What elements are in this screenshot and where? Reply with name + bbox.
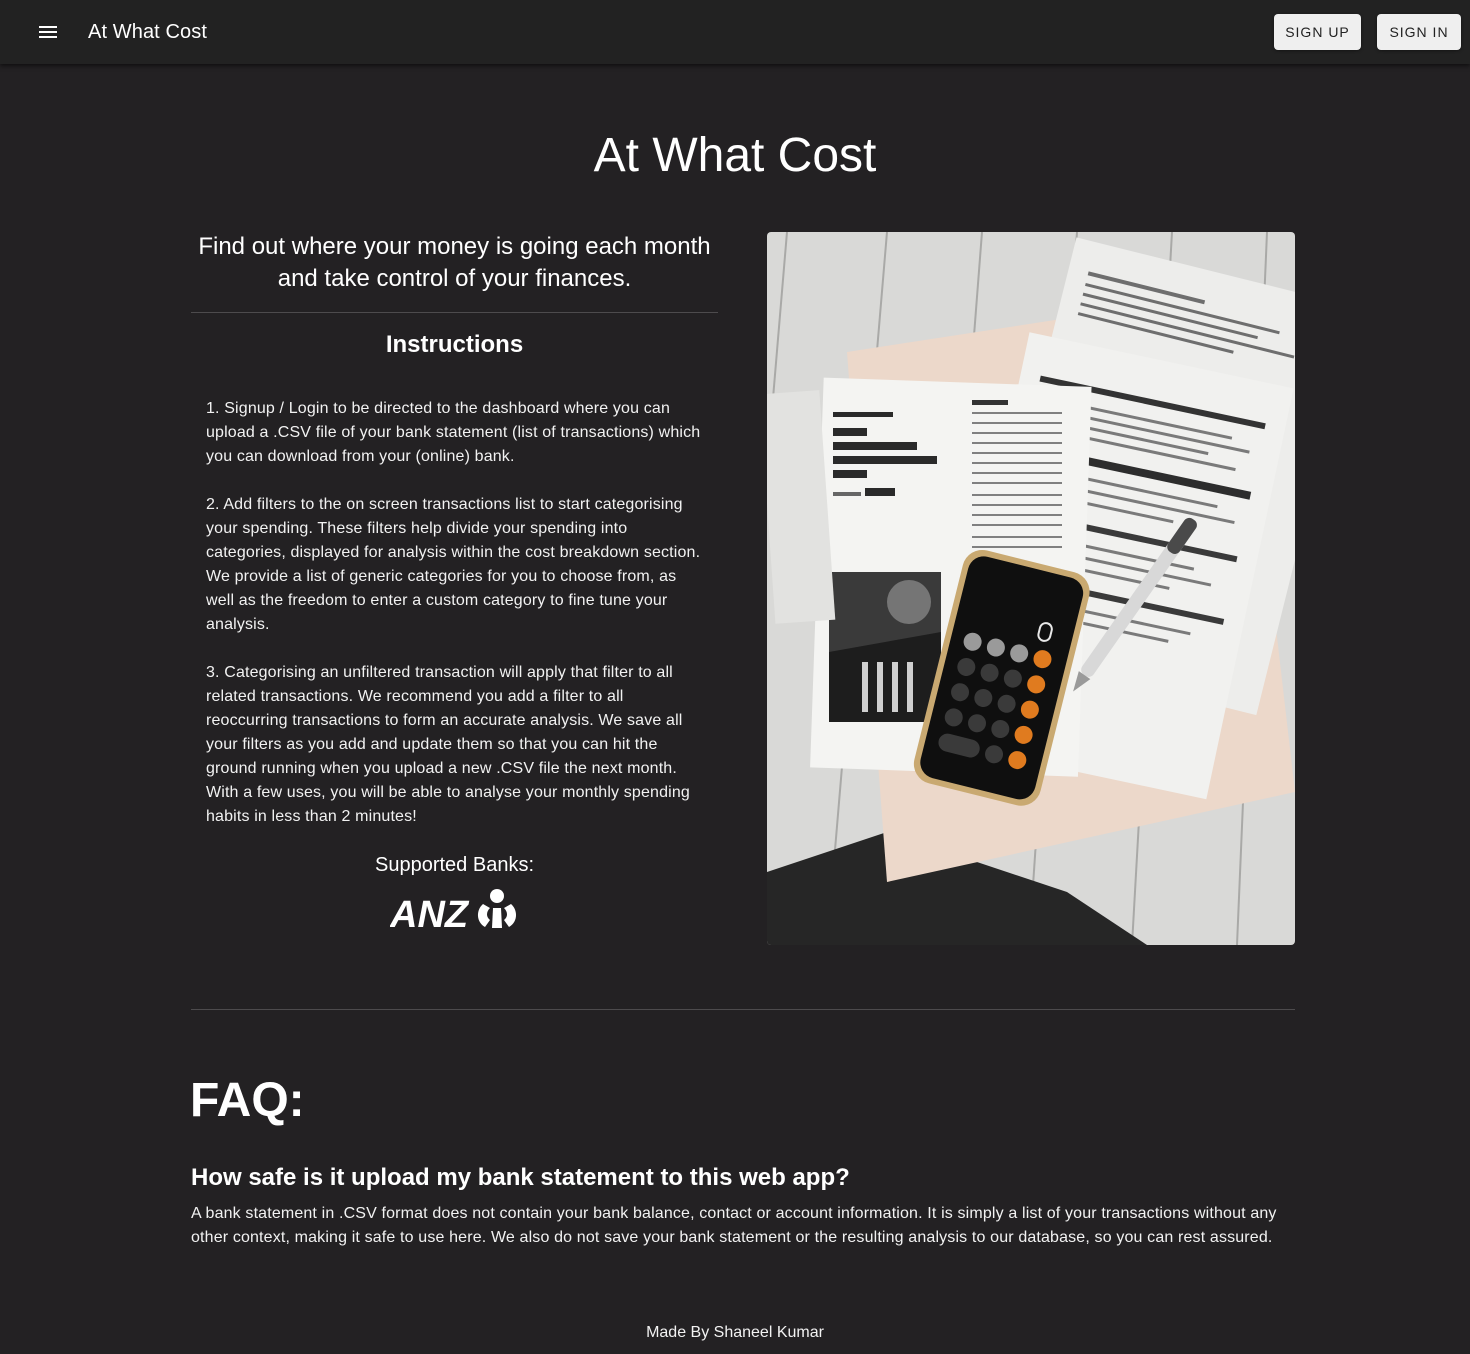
section-divider xyxy=(191,1009,1295,1010)
instruction-step-2: 2. Add filters to the on screen transact… xyxy=(206,496,701,633)
anz-logo-text: ANZ xyxy=(390,894,470,930)
hamburger-icon xyxy=(39,26,57,38)
menu-icon[interactable] xyxy=(24,8,72,56)
app-title[interactable]: At What Cost xyxy=(88,19,207,45)
instructions-title: Instructions xyxy=(385,331,524,358)
faq-title: FAQ: xyxy=(190,1074,305,1127)
tax-forms-illustration xyxy=(767,232,1295,945)
divider xyxy=(191,312,718,313)
faq-answer: A bank statement in .CSV format does not… xyxy=(191,1205,1277,1246)
sign-up-button[interactable]: SIGN UP xyxy=(1274,14,1361,50)
sign-in-button[interactable]: SIGN IN xyxy=(1377,14,1461,50)
footer-credit: Made By Shaneel Kumar xyxy=(646,1324,824,1341)
hero-image xyxy=(767,232,1295,945)
supported-banks-label: Supported Banks: xyxy=(375,854,534,876)
anz-figure-mark xyxy=(477,889,517,928)
anz-logo: ANZ xyxy=(390,889,517,930)
instruction-step-3: 3. Categorising an unfiltered transactio… xyxy=(206,664,690,825)
page-title: At What Cost xyxy=(593,129,877,182)
instruction-step-1: 1. Signup / Login to be directed to the … xyxy=(206,400,701,465)
app-bar: At What Cost SIGN UP SIGN IN xyxy=(0,0,1470,64)
faq-question: How safe is it upload my bank statement … xyxy=(191,1164,850,1191)
tagline: Find out where your money is going each … xyxy=(198,233,711,292)
